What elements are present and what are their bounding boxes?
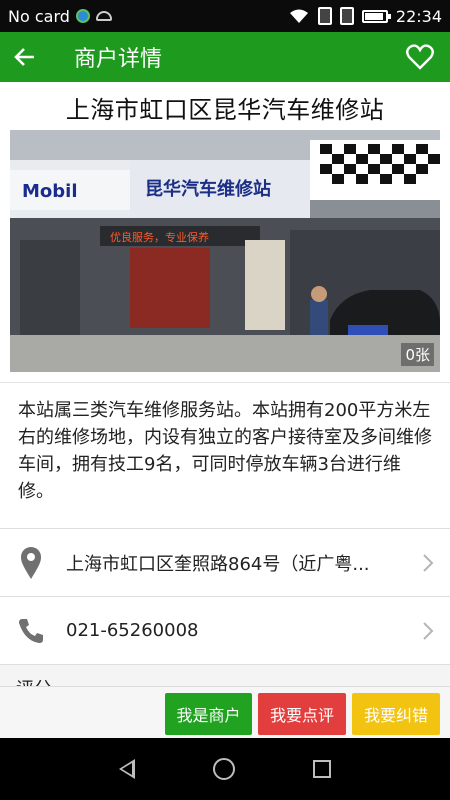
i-am-merchant-button[interactable]: 我是商户 — [165, 693, 252, 735]
address-text: 上海市虹口区奎照路864号（近广粤... — [66, 553, 370, 575]
merchant-detail-content[interactable]: 上海市虹口区昆华汽车维修站 Mobil 昆华汽车维修站 优良服务，专业保养 0张… — [0, 82, 450, 686]
chevron-right-icon — [423, 621, 434, 640]
globe-icon — [75, 9, 90, 23]
favorite-button[interactable] — [390, 32, 450, 82]
sim-card-icon — [339, 7, 354, 25]
shop-name: 上海市虹口区昆华汽车维修站 — [65, 96, 385, 124]
nav-recent-apps-icon[interactable] — [313, 760, 331, 778]
shop-photo[interactable]: Mobil 昆华汽车维修站 优良服务，专业保养 0张 — [10, 130, 440, 372]
phone-icon — [16, 611, 46, 651]
wifi-icon — [289, 9, 308, 23]
chevron-right-icon — [423, 553, 434, 572]
system-nav-bar — [0, 738, 450, 800]
checkered-flag — [310, 140, 440, 200]
location-pin-icon — [16, 543, 46, 583]
photo-count: 0张 — [401, 343, 434, 366]
status-right: 22:34 — [288, 7, 442, 26]
shop-photo-image: Mobil 昆华汽车维修站 优良服务，专业保养 — [10, 130, 440, 372]
app-bar: 商户详情 — [0, 32, 450, 82]
page-title: 商户详情 — [74, 47, 163, 72]
sign-mobil-text: Mobil — [22, 181, 78, 202]
carrier-label: No card — [8, 6, 70, 26]
sign-shop-text: 昆华汽车维修站 — [145, 178, 271, 200]
led-sign-text: 优良服务，专业保养 — [110, 230, 209, 244]
address-row[interactable]: 上海市虹口区奎照路864号（近广粤... — [0, 528, 450, 596]
status-time: 22:34 — [395, 6, 442, 26]
heart-outline-icon — [406, 44, 434, 70]
android-icon — [95, 11, 112, 21]
status-left: No card — [8, 7, 112, 26]
shop-description: 本站属三类汽车维修服务站。本站拥有200平方米左右的维修场地，内设有独立的客户接… — [0, 382, 450, 528]
rating-section-header: 评分 — [0, 664, 450, 686]
arrow-left-icon — [14, 48, 34, 66]
write-review-button[interactable]: 我要点评 — [258, 693, 346, 735]
phone-text: 021-65260008 — [66, 620, 199, 641]
report-error-button[interactable]: 我要纠错 — [352, 693, 440, 735]
battery-icon — [361, 9, 391, 23]
back-button[interactable] — [0, 32, 50, 82]
bottom-action-bar: 我是商户 我要点评 我要纠错 — [0, 686, 450, 738]
nav-back-icon[interactable] — [119, 759, 135, 779]
sim-card-icon — [317, 7, 332, 25]
phone-row[interactable]: 021-65260008 — [0, 596, 450, 664]
status-bar: No card 22:34 — [0, 0, 450, 32]
nav-home-icon[interactable] — [213, 758, 235, 780]
